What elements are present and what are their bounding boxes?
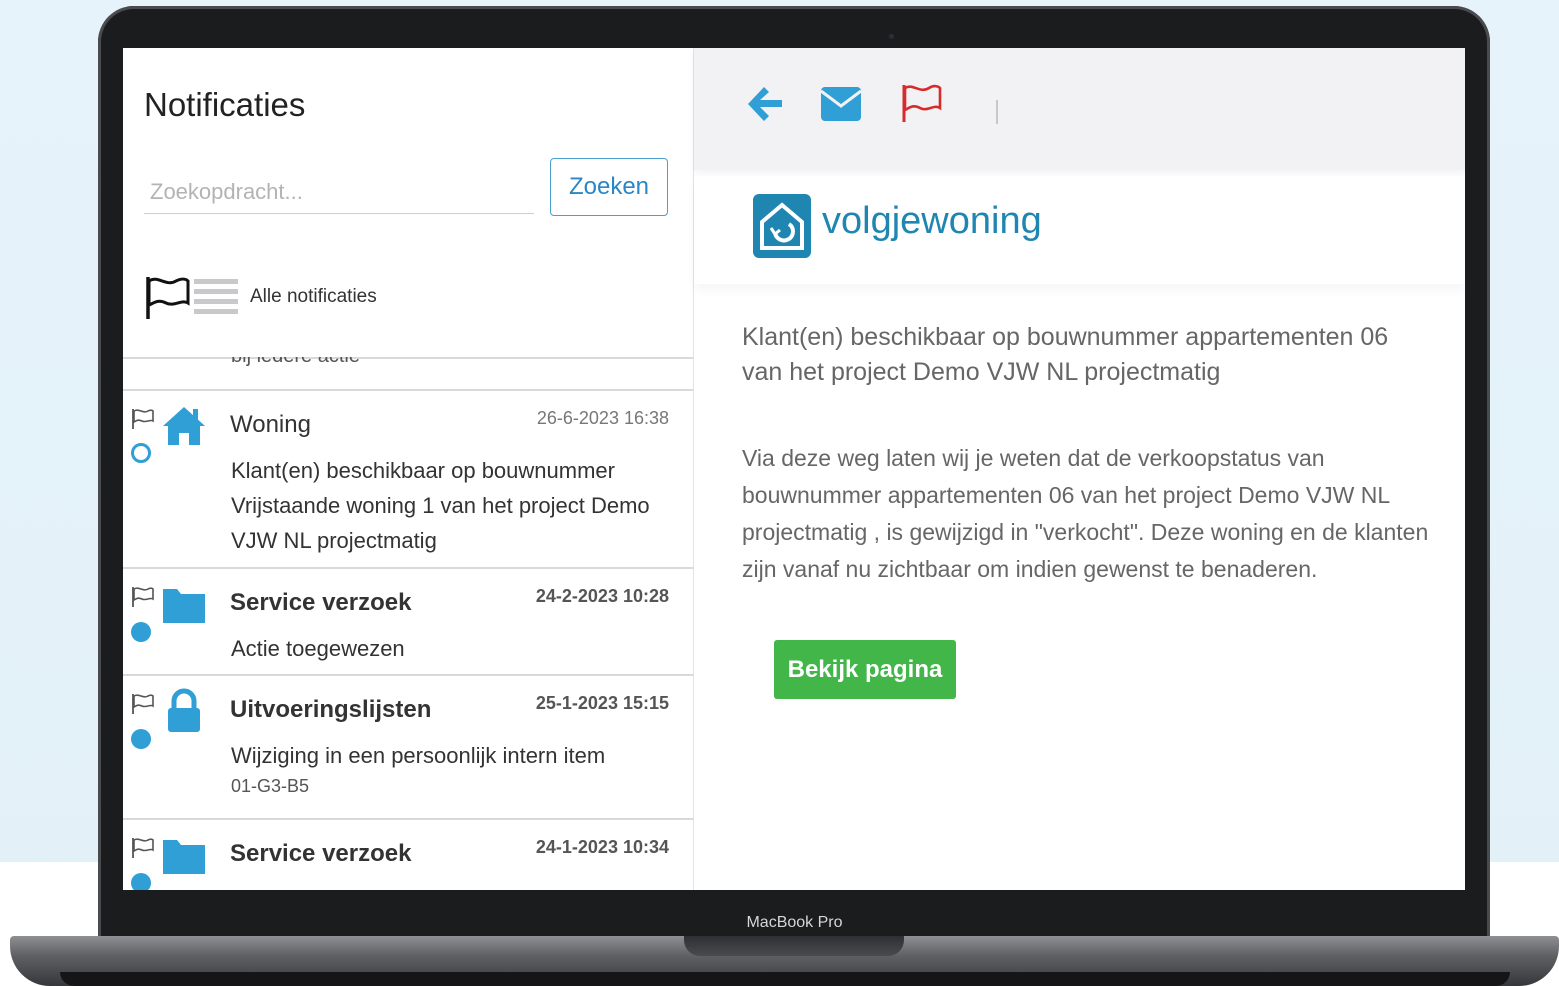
flag-outline-icon[interactable] xyxy=(131,692,155,716)
list-icon xyxy=(194,279,238,314)
notification-title: Uitvoeringslijsten xyxy=(230,696,432,723)
list-item-cutoff-text: bij iedere actie xyxy=(231,357,360,375)
brand-name: volgjewoning xyxy=(822,200,1042,242)
flag-icon[interactable] xyxy=(900,82,942,124)
volgjewoning-logo-icon xyxy=(753,194,811,258)
notification-date: 24-2-2023 10:28 xyxy=(535,586,669,606)
notifications-panel: Notificaties Zoeken Alle notificaties bi… xyxy=(123,48,694,890)
notification-date: 26-6-2023 16:38 xyxy=(536,408,669,428)
search-input[interactable] xyxy=(144,170,534,214)
arrow-left-icon[interactable] xyxy=(746,84,784,124)
notification-date: 24-1-2023 10:34 xyxy=(535,837,669,857)
notification-body: Actie toegewezen xyxy=(231,636,405,661)
brand-header: volgjewoning xyxy=(694,176,1465,284)
unread-status-dot[interactable] xyxy=(131,622,151,642)
view-page-button[interactable]: Bekijk pagina xyxy=(774,640,956,699)
folder-icon xyxy=(163,589,205,623)
notification-title: Service verzoek xyxy=(230,589,412,616)
notification-body: Klant(en) beschikbaar op bouwnummer Vrij… xyxy=(231,458,650,553)
lock-icon xyxy=(168,688,200,732)
laptop-base-bottom xyxy=(60,972,1510,986)
device-label: MacBook Pro xyxy=(746,914,843,931)
notification-title: Woning xyxy=(230,411,311,438)
search-button[interactable]: Zoeken xyxy=(550,158,668,216)
toolbar-separator xyxy=(996,100,998,124)
notification-date: 25-1-2023 15:15 xyxy=(535,693,669,713)
notification-item[interactable]: Woning 26-6-2023 16:38 Klant(en) beschik… xyxy=(123,391,693,569)
page-title: Notificaties xyxy=(144,86,306,123)
notification-detail-panel: volgjewoning Klant(en) beschikbaar op bo… xyxy=(694,48,1465,890)
camera xyxy=(889,34,894,39)
message-body: Via deze weg laten wij je weten dat de v… xyxy=(742,445,1429,582)
unread-status-dot[interactable] xyxy=(131,729,151,749)
flag-outline-icon xyxy=(146,277,190,319)
notification-reference: 01-G3-B5 xyxy=(231,776,310,796)
filter-label: Alle notificaties xyxy=(250,286,377,307)
flag-outline-icon[interactable] xyxy=(131,407,155,431)
divider xyxy=(123,357,693,359)
detail-toolbar xyxy=(694,48,1465,170)
laptop-notch xyxy=(684,936,904,956)
flag-outline-icon[interactable] xyxy=(131,585,155,609)
flag-outline-icon[interactable] xyxy=(131,836,155,860)
folder-icon xyxy=(163,840,205,874)
notification-item[interactable]: Service verzoek 24-2-2023 10:28 Actie to… xyxy=(123,569,693,676)
read-status-dot[interactable] xyxy=(131,443,151,463)
app-screen: Notificaties Zoeken Alle notificaties bi… xyxy=(123,48,1465,890)
notification-item[interactable]: Service verzoek 24-1-2023 10:34 xyxy=(123,820,693,890)
message-title: Klant(en) beschikbaar op bouwnummer appa… xyxy=(742,323,1389,386)
house-icon xyxy=(163,407,205,445)
notification-body: Wijziging in een persoonlijk intern item xyxy=(231,743,606,768)
unread-status-dot[interactable] xyxy=(131,873,151,890)
filter-all-notifications[interactable]: Alle notificaties xyxy=(144,272,377,322)
envelope-icon[interactable] xyxy=(820,86,862,122)
notification-title: Service verzoek xyxy=(230,840,412,867)
notification-item[interactable]: Uitvoeringslijsten 25-1-2023 15:15 Wijzi… xyxy=(123,676,693,820)
